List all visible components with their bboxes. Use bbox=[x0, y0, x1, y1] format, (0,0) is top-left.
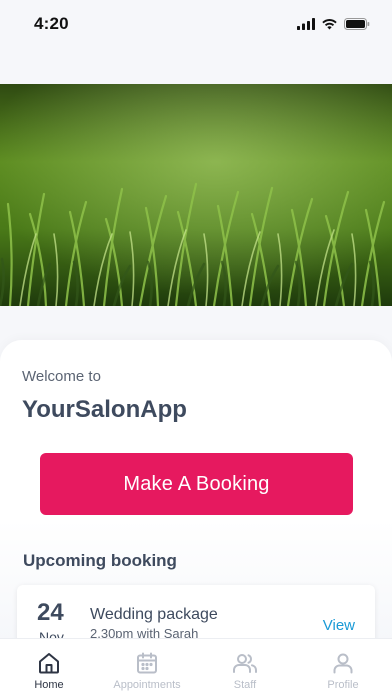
booking-title: Wedding package bbox=[90, 606, 218, 623]
status-icons bbox=[297, 18, 370, 30]
signal-icon bbox=[297, 18, 315, 30]
status-time: 4:20 bbox=[34, 14, 69, 33]
tab-profile[interactable]: Profile bbox=[294, 639, 392, 696]
view-booking-link[interactable]: View bbox=[323, 617, 355, 634]
upcoming-booking-title: Upcoming booking bbox=[23, 551, 177, 570]
tab-profile-label: Profile bbox=[327, 679, 359, 691]
make-booking-button[interactable]: Make A Booking bbox=[40, 453, 353, 515]
people-icon bbox=[233, 654, 257, 673]
booking-day: 24 bbox=[37, 599, 64, 626]
wifi-icon bbox=[322, 19, 337, 30]
tab-appointments-label: Appointments bbox=[113, 679, 181, 691]
grass-photo bbox=[0, 84, 392, 306]
tab-staff[interactable]: Staff bbox=[196, 639, 294, 696]
tab-bar: Home Appointments Staff Profile bbox=[0, 638, 392, 696]
tab-home[interactable]: Home bbox=[0, 639, 98, 696]
tab-home-label: Home bbox=[34, 679, 64, 691]
battery-icon bbox=[344, 18, 370, 30]
tab-staff-label: Staff bbox=[233, 679, 257, 691]
home-icon bbox=[39, 653, 59, 674]
app-name: YourSalonApp bbox=[22, 396, 187, 423]
calendar-icon bbox=[137, 652, 157, 674]
welcome-text: Welcome to bbox=[22, 368, 101, 385]
tab-appointments[interactable]: Appointments bbox=[98, 639, 196, 696]
status-bar: 4:20 bbox=[0, 0, 392, 48]
person-icon bbox=[333, 653, 353, 674]
hero-image bbox=[0, 84, 392, 306]
